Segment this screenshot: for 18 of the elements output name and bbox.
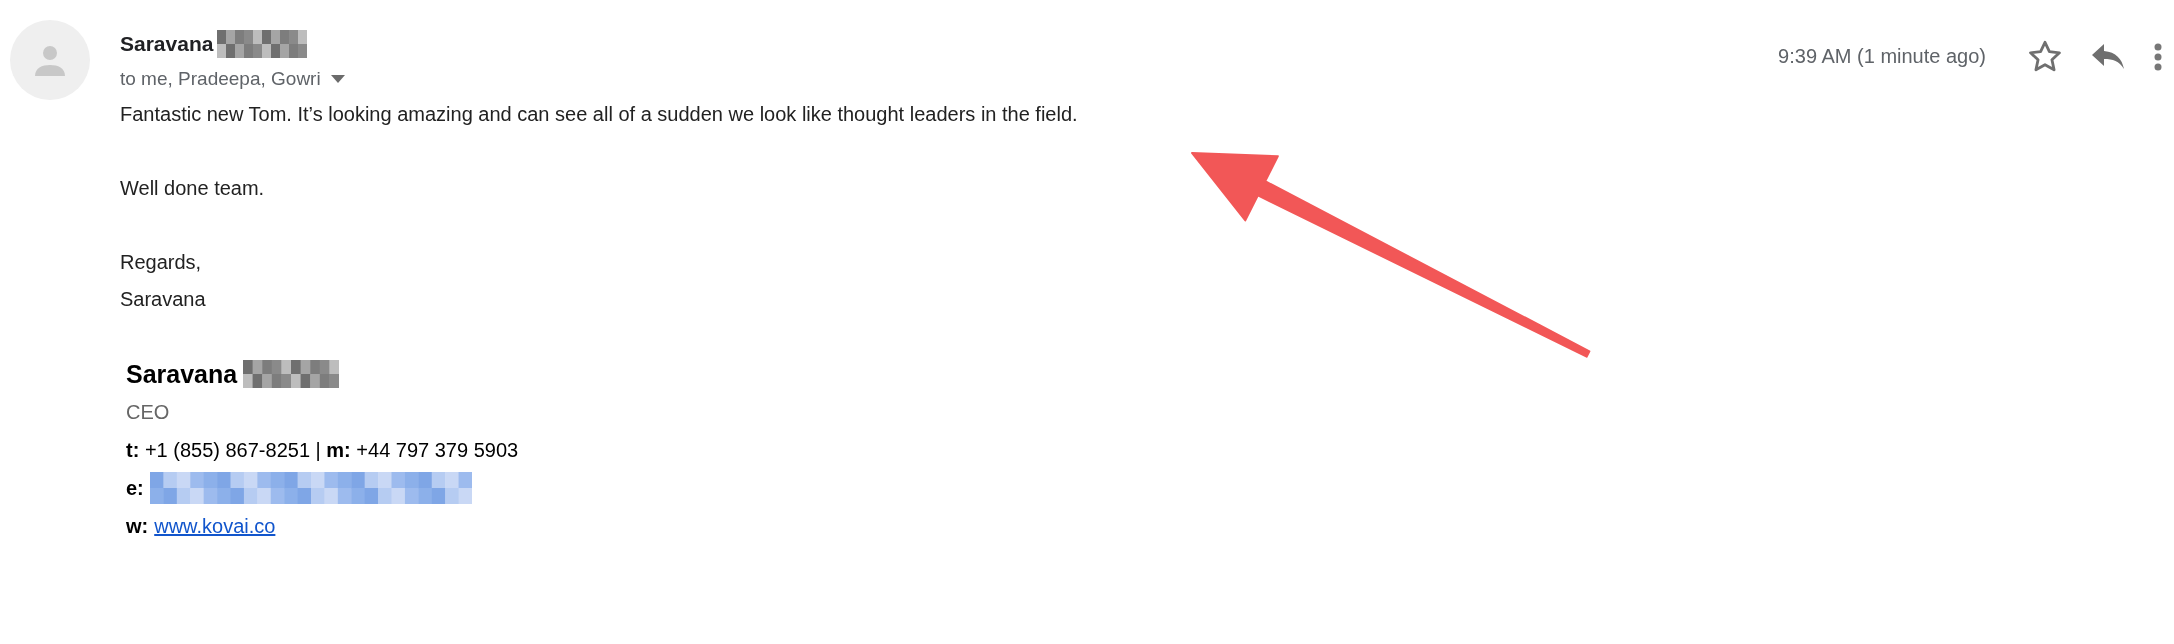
star-button[interactable] — [2028, 40, 2062, 73]
email-label: e: — [126, 476, 144, 501]
website-label: w: — [126, 514, 149, 539]
phone-numbers: t: +1 (855) 867-8251 | m: +44 797 379 5903 — [126, 438, 520, 463]
signature-name: Saravana — [126, 359, 238, 390]
sender-name: Saravana — [120, 32, 214, 56]
recipients: to me, Pradeepa, Gowri — [120, 68, 321, 90]
person-icon — [34, 44, 66, 76]
reply-button[interactable] — [2092, 43, 2124, 70]
dropdown-icon[interactable] — [330, 75, 345, 83]
body-text: Well done team. — [120, 176, 266, 201]
body-text: Fantastic new Tom. It’s looking amazing and can see all of a sudden we look like thought leaders in the field. — [120, 102, 1079, 127]
website-link[interactable]: www.kovai.co — [154, 507, 276, 545]
job-title: CEO — [126, 400, 171, 425]
timestamp: 9:39 AM (1 minute ago) — [1778, 45, 1986, 68]
more-button[interactable] — [2154, 42, 2162, 71]
body-text: Regards, — [120, 250, 203, 275]
body-text: Saravana — [120, 287, 207, 312]
